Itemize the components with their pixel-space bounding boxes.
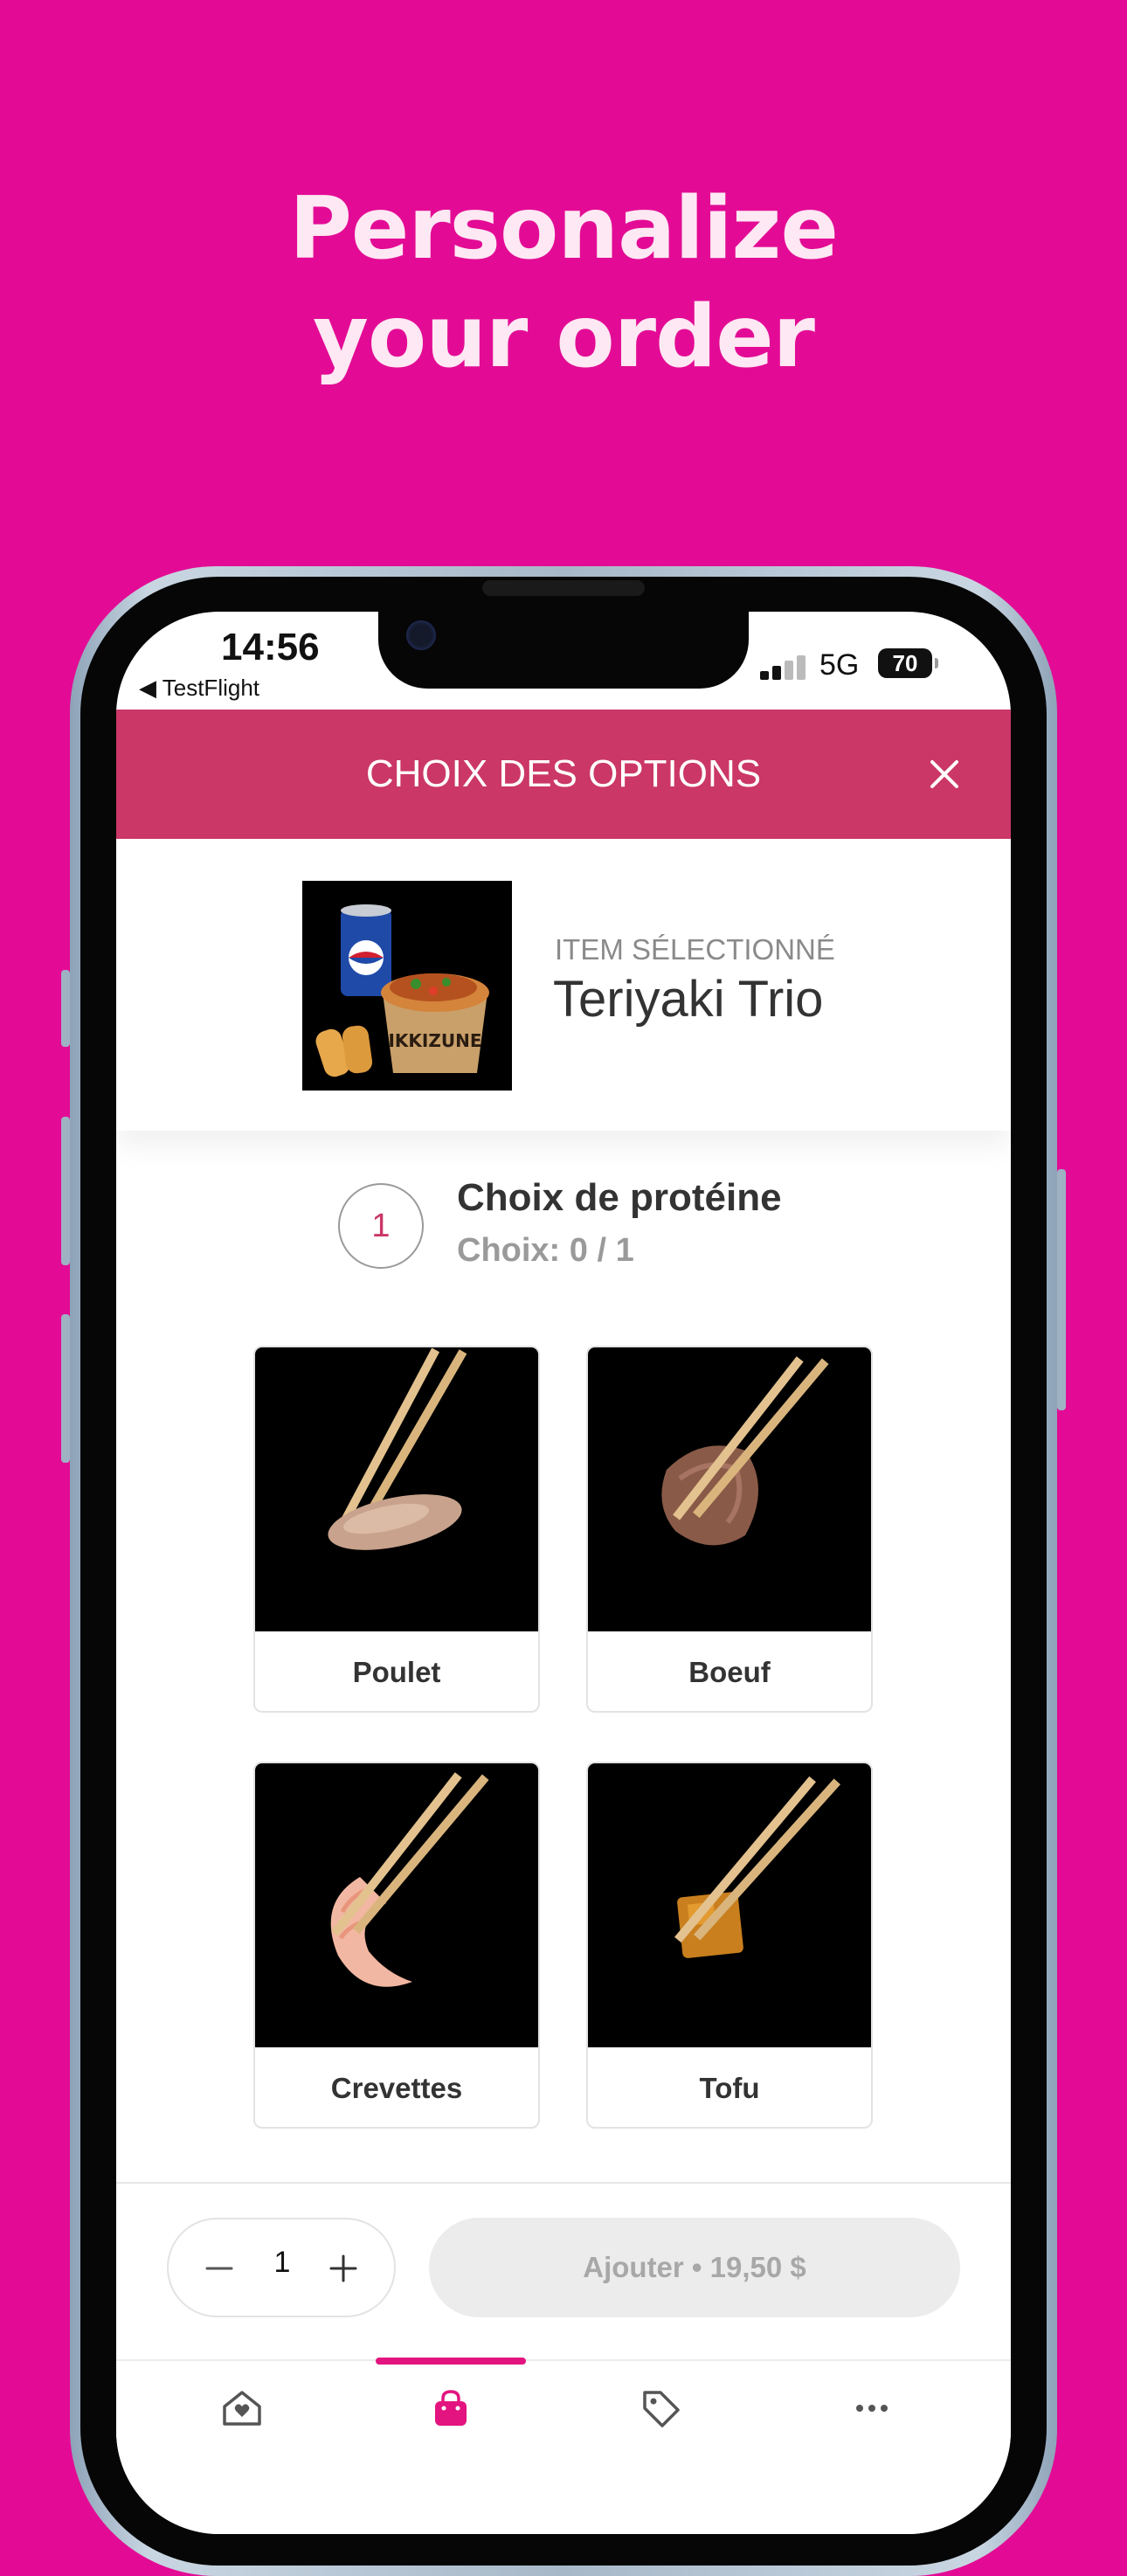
signal-icon [760,654,809,680]
step-number-badge: 1 [338,1183,424,1269]
headline-line-2: your order [312,287,815,387]
tab-more[interactable] [811,2379,933,2440]
battery-icon: 70 [878,648,938,678]
front-camera [406,620,436,650]
footer-divider [116,2182,1011,2184]
modal-header: CHOIX DES OPTIONS [116,710,1011,839]
network-label: 5G [819,648,860,682]
option-group-count: Choix: 0 / 1 [457,1232,634,1269]
phone-mute-switch [61,970,70,1047]
more-icon [856,2405,888,2412]
status-back-testflight[interactable]: ◀ TestFlight [139,675,259,702]
item-name: Teriyaki Trio [553,971,824,1028]
item-caption: ITEM SÉLECTIONNÉ [555,933,835,966]
add-to-cart-button[interactable]: Ajouter • 19,50 $ [429,2218,960,2317]
close-icon[interactable] [925,755,964,793]
svg-text:IKKIZUNE: IKKIZUNE [388,1030,481,1051]
quantity-stepper: 1 [167,2218,396,2317]
tag-icon [643,2391,680,2427]
active-tab-indicator [376,2358,526,2365]
option-label: Boeuf [688,1656,771,1688]
option-image-tofu [588,1763,871,2047]
option-tile-poulet[interactable]: Poulet [253,1346,540,1713]
app-screen: 14:56 ◀ TestFlight 5G 70 CHOIX DES OPTIO… [116,612,1011,2534]
option-image-poulet [255,1347,538,1631]
option-tile-tofu[interactable]: Tofu [586,1762,873,2129]
option-tile-crevettes[interactable]: Crevettes [253,1762,540,2129]
tab-order[interactable] [390,2379,512,2440]
shopping-bag-icon [435,2390,467,2426]
phone-volume-down [61,1314,70,1463]
option-label: Tofu [699,2072,760,2104]
option-tile-boeuf[interactable]: Boeuf [586,1346,873,1713]
option-label: Crevettes [330,2072,463,2104]
promo-headline: Personalize your order [0,175,1127,391]
tab-home[interactable] [181,2379,303,2440]
selected-item-card: IKKIZUNE ITEM SÉLECTIONNÉ Teriyaki Trio [116,839,1011,1131]
option-group-title: Choix de protéine [457,1176,782,1219]
home-heart-icon [223,2391,261,2426]
item-image: IKKIZUNE [302,881,512,1091]
plus-icon[interactable] [319,2244,368,2293]
minus-icon[interactable] [195,2244,244,2293]
phone-notch [378,612,749,689]
status-time: 14:56 [221,626,320,668]
option-label: Poulet [352,1656,441,1688]
phone-volume-up [61,1117,70,1265]
tab-bar [116,2358,1011,2534]
option-image-crevettes [255,1763,538,2047]
tab-offers[interactable] [599,2379,722,2440]
modal-title: CHOIX DES OPTIONS [365,752,762,795]
phone-speaker [482,580,645,596]
quantity-value: 1 [273,2246,291,2279]
headline-line-1: Personalize [289,179,839,279]
phone-power-button [1057,1169,1066,1410]
option-image-boeuf [588,1347,871,1631]
